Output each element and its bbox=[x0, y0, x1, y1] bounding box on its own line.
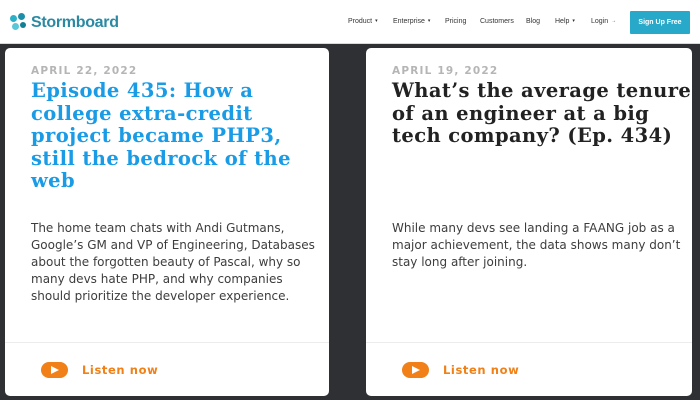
chevron-down-icon: ▾ bbox=[427, 18, 431, 24]
listen-now-button[interactable]: Listen now bbox=[41, 362, 158, 378]
podcast-card: APRIL 22, 2022 Episode 435: How a colleg… bbox=[5, 48, 329, 396]
nav-customers[interactable]: Customers bbox=[480, 18, 514, 25]
brand-name: Stormboard bbox=[31, 14, 119, 31]
card-divider bbox=[5, 342, 329, 343]
episode-date: APRIL 22, 2022 bbox=[31, 65, 138, 77]
arrow-right-icon: → bbox=[611, 18, 617, 24]
play-icon bbox=[402, 362, 429, 378]
nav-login[interactable]: Login → bbox=[591, 18, 616, 25]
podcast-card: APRIL 19, 2022 What’s the average tenure… bbox=[366, 48, 692, 396]
listen-now-button[interactable]: Listen now bbox=[402, 362, 519, 378]
episode-description: While many devs see landing a FAANG job … bbox=[392, 221, 681, 269]
listen-now-label: Listen now bbox=[443, 363, 520, 377]
nav-help[interactable]: Help ▾ bbox=[555, 18, 575, 25]
episode-description: The home team chats with Andi Gutmans, G… bbox=[31, 221, 315, 303]
episode-title-link[interactable]: Episode 435: How a college extra-credit … bbox=[31, 79, 321, 193]
chevron-down-icon: ▾ bbox=[375, 18, 378, 24]
card-divider bbox=[366, 342, 692, 343]
nav-enterprise[interactable]: Enterprise ▾ bbox=[393, 18, 430, 25]
stormboard-logo[interactable]: Stormboard bbox=[9, 12, 119, 34]
episode-date: APRIL 19, 2022 bbox=[392, 65, 499, 77]
sign-up-button[interactable]: Sign Up Free bbox=[630, 11, 690, 34]
nav-blog[interactable]: Blog bbox=[526, 18, 540, 25]
play-icon bbox=[41, 362, 68, 378]
stormboard-logo-icon bbox=[9, 13, 29, 33]
nav-pricing[interactable]: Pricing bbox=[445, 18, 466, 25]
nav-product[interactable]: Product ▾ bbox=[348, 18, 378, 25]
episode-title-link[interactable]: What’s the average tenure of an engineer… bbox=[392, 79, 692, 148]
chevron-down-icon: ▾ bbox=[572, 18, 575, 24]
listen-now-label: Listen now bbox=[82, 363, 159, 377]
top-navigation-bar: Stormboard Product ▾ Enterprise ▾ Pricing … bbox=[0, 0, 700, 44]
